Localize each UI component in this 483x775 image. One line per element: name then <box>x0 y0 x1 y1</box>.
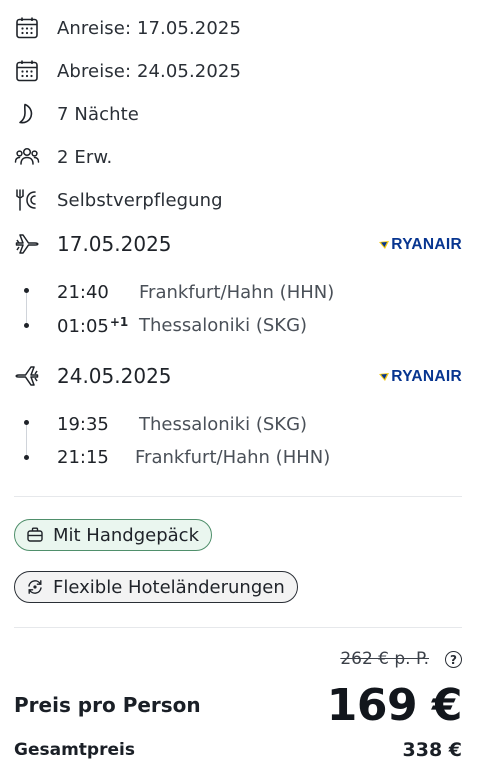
segment-time: 21:15 <box>57 447 109 468</box>
segment-place: Frankfurt/Hahn (HHN) <box>135 447 331 468</box>
airline-name: RYANAIR <box>391 236 462 253</box>
airline-logo-return: RYANAIR <box>378 368 462 386</box>
total-price-label: Gesamtpreis <box>14 740 135 760</box>
price-per-person-value: 169 € <box>326 680 463 731</box>
harp-icon <box>379 373 390 381</box>
route-line <box>26 422 27 456</box>
segment-time: 01:05+1 <box>57 315 129 337</box>
flexible-changes-label: Flexible Hoteländerungen <box>53 576 285 598</box>
segment-time: 21:40 <box>57 282 109 303</box>
refresh-icon <box>28 580 42 594</box>
divider <box>14 496 462 497</box>
segment-place: Thessaloniki (SKG) <box>139 315 308 336</box>
travellers-row: 2 Erw. <box>14 144 112 170</box>
harp-icon <box>379 241 390 249</box>
hand-luggage-chip: Mit Handgepäck <box>14 519 212 551</box>
price-per-person-label: Preis pro Person <box>14 693 201 717</box>
segment-place: Thessaloniki (SKG) <box>139 414 308 435</box>
people-icon <box>14 144 40 170</box>
departure-date: Abreise: 24.05.2025 <box>57 60 242 82</box>
arrival-row: Anreise: 17.05.2025 <box>14 15 241 41</box>
board-type: Selbstverpflegung <box>57 189 223 211</box>
route-dot <box>24 288 29 293</box>
airline-logo-outbound: RYANAIR <box>378 236 462 254</box>
plane-departure-icon <box>14 231 40 257</box>
flexible-changes-chip: Flexible Hoteländerungen <box>14 571 298 603</box>
suitcase-icon <box>27 527 43 542</box>
travellers: 2 Erw. <box>57 146 113 168</box>
route-dot <box>24 455 29 460</box>
arrival-date: Anreise: 17.05.2025 <box>57 17 242 39</box>
calendar-icon <box>14 58 40 84</box>
return-date: 24.05.2025 <box>57 364 172 388</box>
route-dot <box>24 323 29 328</box>
return-flight-header: 24.05.2025 <box>14 363 172 389</box>
nights-row: 7 Nächte <box>14 101 139 127</box>
departure-row: Abreise: 24.05.2025 <box>14 58 241 84</box>
route-dot <box>24 420 29 425</box>
airline-name: RYANAIR <box>391 368 462 385</box>
nights: 7 Nächte <box>57 103 139 125</box>
outbound-date: 17.05.2025 <box>57 232 172 256</box>
day-offset: +1 <box>109 315 129 329</box>
total-price-value: 338 € <box>402 739 463 761</box>
calendar-icon <box>14 15 40 41</box>
return-segments: 19:35 Thessaloniki (SKG) 21:15 Frankfurt… <box>14 414 474 478</box>
outbound-segments: 21:40 Frankfurt/Hahn (HHN) 01:05+1 Thess… <box>14 282 474 346</box>
old-price: 262 € p. P. <box>340 649 429 669</box>
outbound-flight-header: 17.05.2025 <box>14 231 172 257</box>
segment-time: 19:35 <box>57 414 109 435</box>
segment-place: Frankfurt/Hahn (HHN) <box>139 282 335 303</box>
board-row: Selbstverpflegung <box>14 187 223 213</box>
plane-return-icon <box>14 363 40 389</box>
route-line <box>26 290 27 324</box>
divider <box>14 627 462 628</box>
cutlery-icon <box>14 187 40 213</box>
moon-icon <box>14 101 40 127</box>
help-icon[interactable]: ? <box>445 651 462 668</box>
hand-luggage-label: Mit Handgepäck <box>53 524 199 546</box>
